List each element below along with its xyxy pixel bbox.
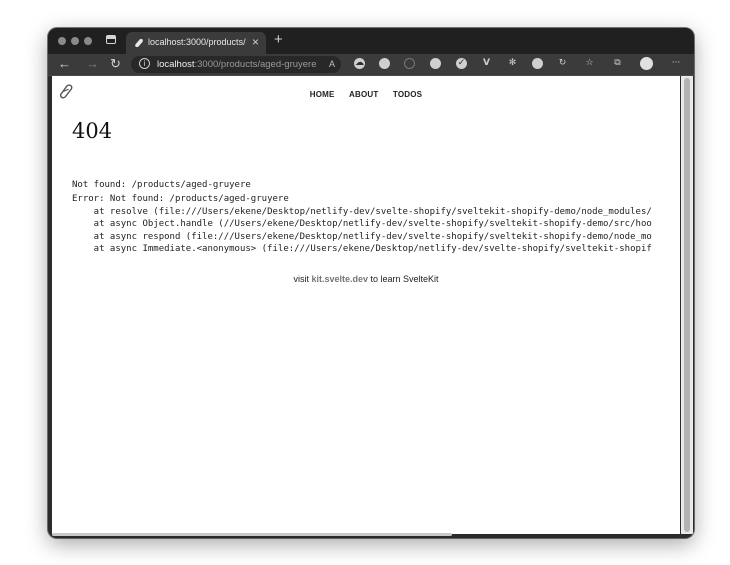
vue-devtools-icon[interactable]: V [481,58,492,69]
browser-window: localhost:3000/products/aged × + ← → ↻ i… [48,28,694,538]
svelte-favicon-icon [135,38,143,48]
tab-title: localhost:3000/products/aged [148,37,246,47]
minimize-window-button[interactable] [71,37,79,45]
tab-close-icon[interactable]: × [252,35,259,49]
error-line: Error: Not found: /products/aged-gruyere [72,194,289,204]
address-text[interactable]: localhost:3000/products/aged-gruyere [157,59,317,70]
tab-actions-icon[interactable] [106,35,116,44]
collections-icon[interactable]: ⧉ [612,58,623,69]
error-status-heading: 404 [72,119,113,143]
read-aloud-icon[interactable]: A [329,59,335,69]
stack-line-3: at async respond (file:///Users/ekene/De… [72,231,652,242]
address-host: localhost [157,59,195,70]
footer: visit kit.svelte.dev to learn SvelteKit [52,274,680,284]
horizontal-scrollbar[interactable] [52,533,452,536]
footer-suffix: to learn SvelteKit [367,274,439,284]
page-viewport: HOME ABOUT TODOS 404 Not found: /product… [52,76,680,534]
reload-button[interactable]: ↻ [110,56,121,72]
nav-link-about[interactable]: ABOUT [349,90,378,99]
check-extension-icon[interactable]: ✓ [456,58,467,69]
footer-link[interactable]: kit.svelte.dev [311,274,368,284]
stack-line-4: at async Immediate.<anonymous> (file:///… [72,244,652,254]
main-nav: HOME ABOUT TODOS [52,90,680,99]
browser-tab[interactable]: localhost:3000/products/aged × [126,32,266,54]
profile-avatar-icon[interactable] [640,57,653,70]
nav-link-home[interactable]: HOME [310,90,335,99]
maximize-window-button[interactable] [84,37,92,45]
settings-extension-icon[interactable]: ✻ [507,58,518,69]
new-tab-button[interactable]: + [274,32,283,48]
favorites-icon[interactable]: ☆ [584,58,595,69]
error-message: Not found: /products/aged-gruyere [72,180,251,190]
nav-link-todos[interactable]: TODOS [393,90,422,99]
more-menu-button[interactable]: ··· [668,58,684,69]
browser-toolbar: ← → ↻ i localhost:3000/products/aged-gru… [48,54,694,76]
close-window-button[interactable] [58,37,66,45]
disabled-extension-icon[interactable] [404,58,415,69]
badge-extension-icon[interactable] [430,58,441,69]
footer-prefix: visit [293,274,312,284]
error-stack: Error: Not found: /products/aged-gruyere… [72,193,652,256]
circle-extension-icon[interactable] [379,58,390,69]
cloud-extension-icon[interactable]: ☁ [354,58,365,69]
site-info-icon[interactable]: i [139,58,150,69]
back-button[interactable]: ← [58,56,71,72]
refresh-extension-icon[interactable]: ↻ [557,58,568,69]
vertical-scrollbar-thumb[interactable] [684,78,690,532]
stack-line-1: at resolve (file:///Users/ekene/Desktop/… [72,206,652,217]
address-path: :3000/products/aged-gruyere [194,59,317,70]
tab-bar: localhost:3000/products/aged × + [48,28,694,54]
dark-extension-icon[interactable] [532,58,543,69]
address-bar[interactable]: i localhost:3000/products/aged-gruyere A [131,56,341,73]
stack-line-2: at async Object.handle (//Users/ekene/De… [72,219,652,229]
forward-button[interactable]: → [86,56,99,72]
